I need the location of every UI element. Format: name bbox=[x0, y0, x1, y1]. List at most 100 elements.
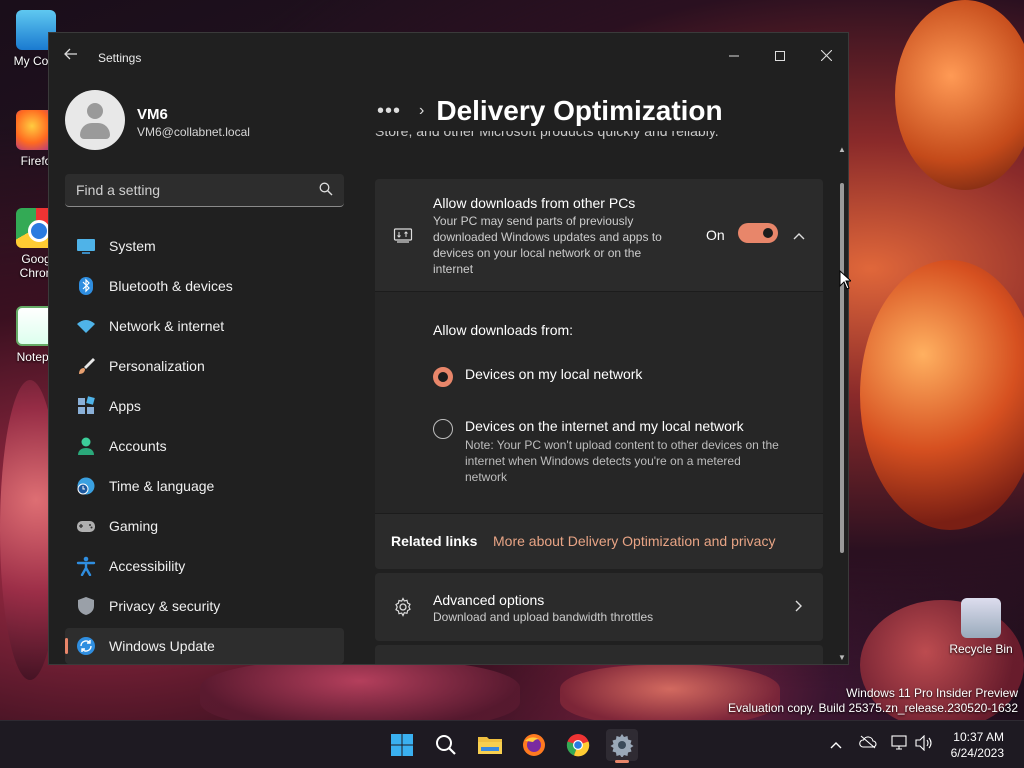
sidebar-item-network[interactable]: Network & internet bbox=[65, 308, 344, 344]
avatar[interactable] bbox=[65, 90, 125, 150]
wallpaper-shape bbox=[860, 260, 1024, 530]
related-links-title: Related links bbox=[391, 533, 478, 549]
breadcrumb: ••• › Delivery Optimization bbox=[377, 91, 723, 131]
maximize-button[interactable] bbox=[757, 41, 803, 71]
settings-window: Settings VM6 VM6@collabnet.local System … bbox=[48, 32, 849, 665]
search-icon bbox=[436, 735, 456, 755]
cloud-offline-icon bbox=[859, 735, 877, 749]
onedrive-tray-button[interactable] bbox=[858, 735, 878, 755]
scrollbar-thumb[interactable] bbox=[840, 183, 844, 553]
desktop-icon-recycle-bin[interactable]: Recycle Bin bbox=[943, 598, 1019, 656]
radio-internet-and-local-label[interactable]: Devices on the internet and my local net… bbox=[465, 418, 744, 434]
page-title: Delivery Optimization bbox=[436, 95, 723, 126]
wifi-icon bbox=[77, 320, 95, 333]
allow-downloads-toggle[interactable] bbox=[738, 223, 778, 243]
sidebar-item-accounts[interactable]: Accounts bbox=[65, 428, 344, 464]
delivery-optimization-privacy-link[interactable]: More about Delivery Optimization and pri… bbox=[493, 533, 775, 549]
search-box[interactable] bbox=[65, 174, 344, 207]
person-icon bbox=[78, 437, 94, 455]
mouse-cursor-icon bbox=[839, 270, 851, 290]
breadcrumb-more-button[interactable]: ••• bbox=[377, 100, 401, 123]
update-icon bbox=[77, 637, 95, 655]
network-tray-button[interactable] bbox=[890, 735, 910, 755]
sidebar-nav: System Bluetooth & devices Network & int… bbox=[65, 228, 344, 664]
window-title: Settings bbox=[98, 51, 142, 65]
clock-time: 10:37 AM bbox=[953, 730, 1004, 744]
scroll-up-icon[interactable]: ▲ bbox=[838, 145, 846, 154]
globe-clock-icon bbox=[77, 477, 95, 495]
allow-downloads-title: Allow downloads from other PCs bbox=[433, 195, 636, 211]
chevron-up-icon bbox=[793, 233, 805, 240]
search-input[interactable] bbox=[65, 174, 305, 206]
taskbar-settings[interactable] bbox=[606, 729, 638, 763]
file-explorer-icon bbox=[478, 737, 502, 754]
radio-local-network-label[interactable]: Devices on my local network bbox=[465, 366, 642, 382]
bluetooth-icon bbox=[79, 277, 93, 295]
clock-date: 6/24/2023 bbox=[950, 746, 1004, 760]
scroll-down-icon[interactable]: ▼ bbox=[838, 653, 846, 662]
toggle-state-label: On bbox=[706, 227, 725, 243]
allow-downloads-card[interactable]: Allow downloads from other PCs Your PC m… bbox=[375, 179, 823, 291]
taskbar-clock[interactable]: 10:37 AM 6/24/2023 bbox=[951, 729, 1004, 761]
start-button[interactable] bbox=[386, 729, 418, 761]
search-icon bbox=[319, 182, 333, 196]
sidebar-item-time-language[interactable]: Time & language bbox=[65, 468, 344, 504]
user-name: VM6 bbox=[137, 106, 168, 123]
collapse-button[interactable] bbox=[789, 225, 809, 245]
advanced-options-title: Advanced options bbox=[433, 592, 545, 608]
sidebar-item-windows-update[interactable]: Windows Update bbox=[65, 628, 344, 664]
taskbar-search-button[interactable] bbox=[430, 729, 462, 761]
taskbar-file-explorer[interactable] bbox=[474, 729, 506, 761]
accessibility-icon bbox=[76, 556, 96, 576]
sidebar-item-privacy[interactable]: Privacy & security bbox=[65, 588, 344, 624]
minimize-icon bbox=[729, 55, 739, 57]
apps-icon bbox=[78, 396, 95, 414]
wallpaper-shape bbox=[895, 0, 1024, 190]
recycle-bin-icon bbox=[961, 598, 1001, 638]
metered-network-note: Note: Your PC won't upload content to ot… bbox=[465, 438, 779, 484]
chevron-right-icon bbox=[789, 597, 809, 617]
network-icon bbox=[891, 735, 907, 750]
chrome-icon bbox=[566, 734, 590, 757]
sidebar-item-system[interactable]: System bbox=[65, 228, 344, 264]
scrolled-description: Store, and other Microsoft products quic… bbox=[375, 131, 719, 139]
maximize-icon bbox=[775, 51, 785, 61]
sidebar-item-accessibility[interactable]: Accessibility bbox=[65, 548, 344, 584]
chevron-right-icon: › bbox=[419, 102, 425, 119]
settings-content: Allow downloads from other PCs Your PC m… bbox=[375, 179, 823, 664]
show-hidden-icons-button[interactable] bbox=[826, 735, 846, 755]
pc-transfer-icon bbox=[393, 228, 413, 243]
sidebar-item-personalization[interactable]: Personalization bbox=[65, 348, 344, 384]
avatar-body bbox=[80, 123, 110, 139]
sidebar-item-bluetooth[interactable]: Bluetooth & devices bbox=[65, 268, 344, 304]
taskbar-firefox[interactable] bbox=[518, 729, 550, 761]
radio-internet-and-local[interactable] bbox=[433, 419, 453, 439]
back-button[interactable] bbox=[61, 47, 81, 67]
allow-downloads-options: Allow downloads from: Devices on my loca… bbox=[375, 291, 823, 513]
sidebar-item-gaming[interactable]: Gaming bbox=[65, 508, 344, 544]
minimize-button[interactable] bbox=[711, 41, 757, 71]
system-icon bbox=[77, 239, 95, 254]
allow-downloads-description: Your PC may send parts of previously dow… bbox=[433, 214, 662, 276]
content-scrollbar[interactable]: ▲ ▼ bbox=[837, 145, 847, 664]
close-button[interactable] bbox=[803, 41, 848, 71]
allow-downloads-from-label: Allow downloads from: bbox=[433, 322, 574, 338]
volume-icon bbox=[915, 734, 932, 752]
taskbar-chrome[interactable] bbox=[562, 729, 594, 761]
title-bar[interactable]: Settings bbox=[49, 33, 848, 81]
brush-icon bbox=[79, 358, 95, 374]
gamepad-icon bbox=[77, 521, 95, 532]
chevron-up-icon bbox=[830, 742, 842, 749]
build-watermark: Windows 11 Pro Insider Preview Evaluatio… bbox=[728, 686, 1018, 715]
volume-tray-button[interactable] bbox=[914, 734, 934, 755]
start-icon bbox=[391, 734, 413, 756]
close-icon bbox=[820, 49, 832, 62]
sidebar-item-apps[interactable]: Apps bbox=[65, 388, 344, 424]
taskbar: 10:37 AM 6/24/2023 bbox=[0, 720, 1024, 768]
radio-local-network[interactable] bbox=[433, 367, 453, 387]
advanced-options-card[interactable]: Advanced options Download and upload ban… bbox=[375, 573, 823, 641]
firefox-icon bbox=[523, 734, 545, 756]
shield-icon bbox=[78, 597, 94, 615]
user-email: VM6@collabnet.local bbox=[137, 125, 250, 139]
next-settings-card[interactable] bbox=[375, 645, 823, 664]
